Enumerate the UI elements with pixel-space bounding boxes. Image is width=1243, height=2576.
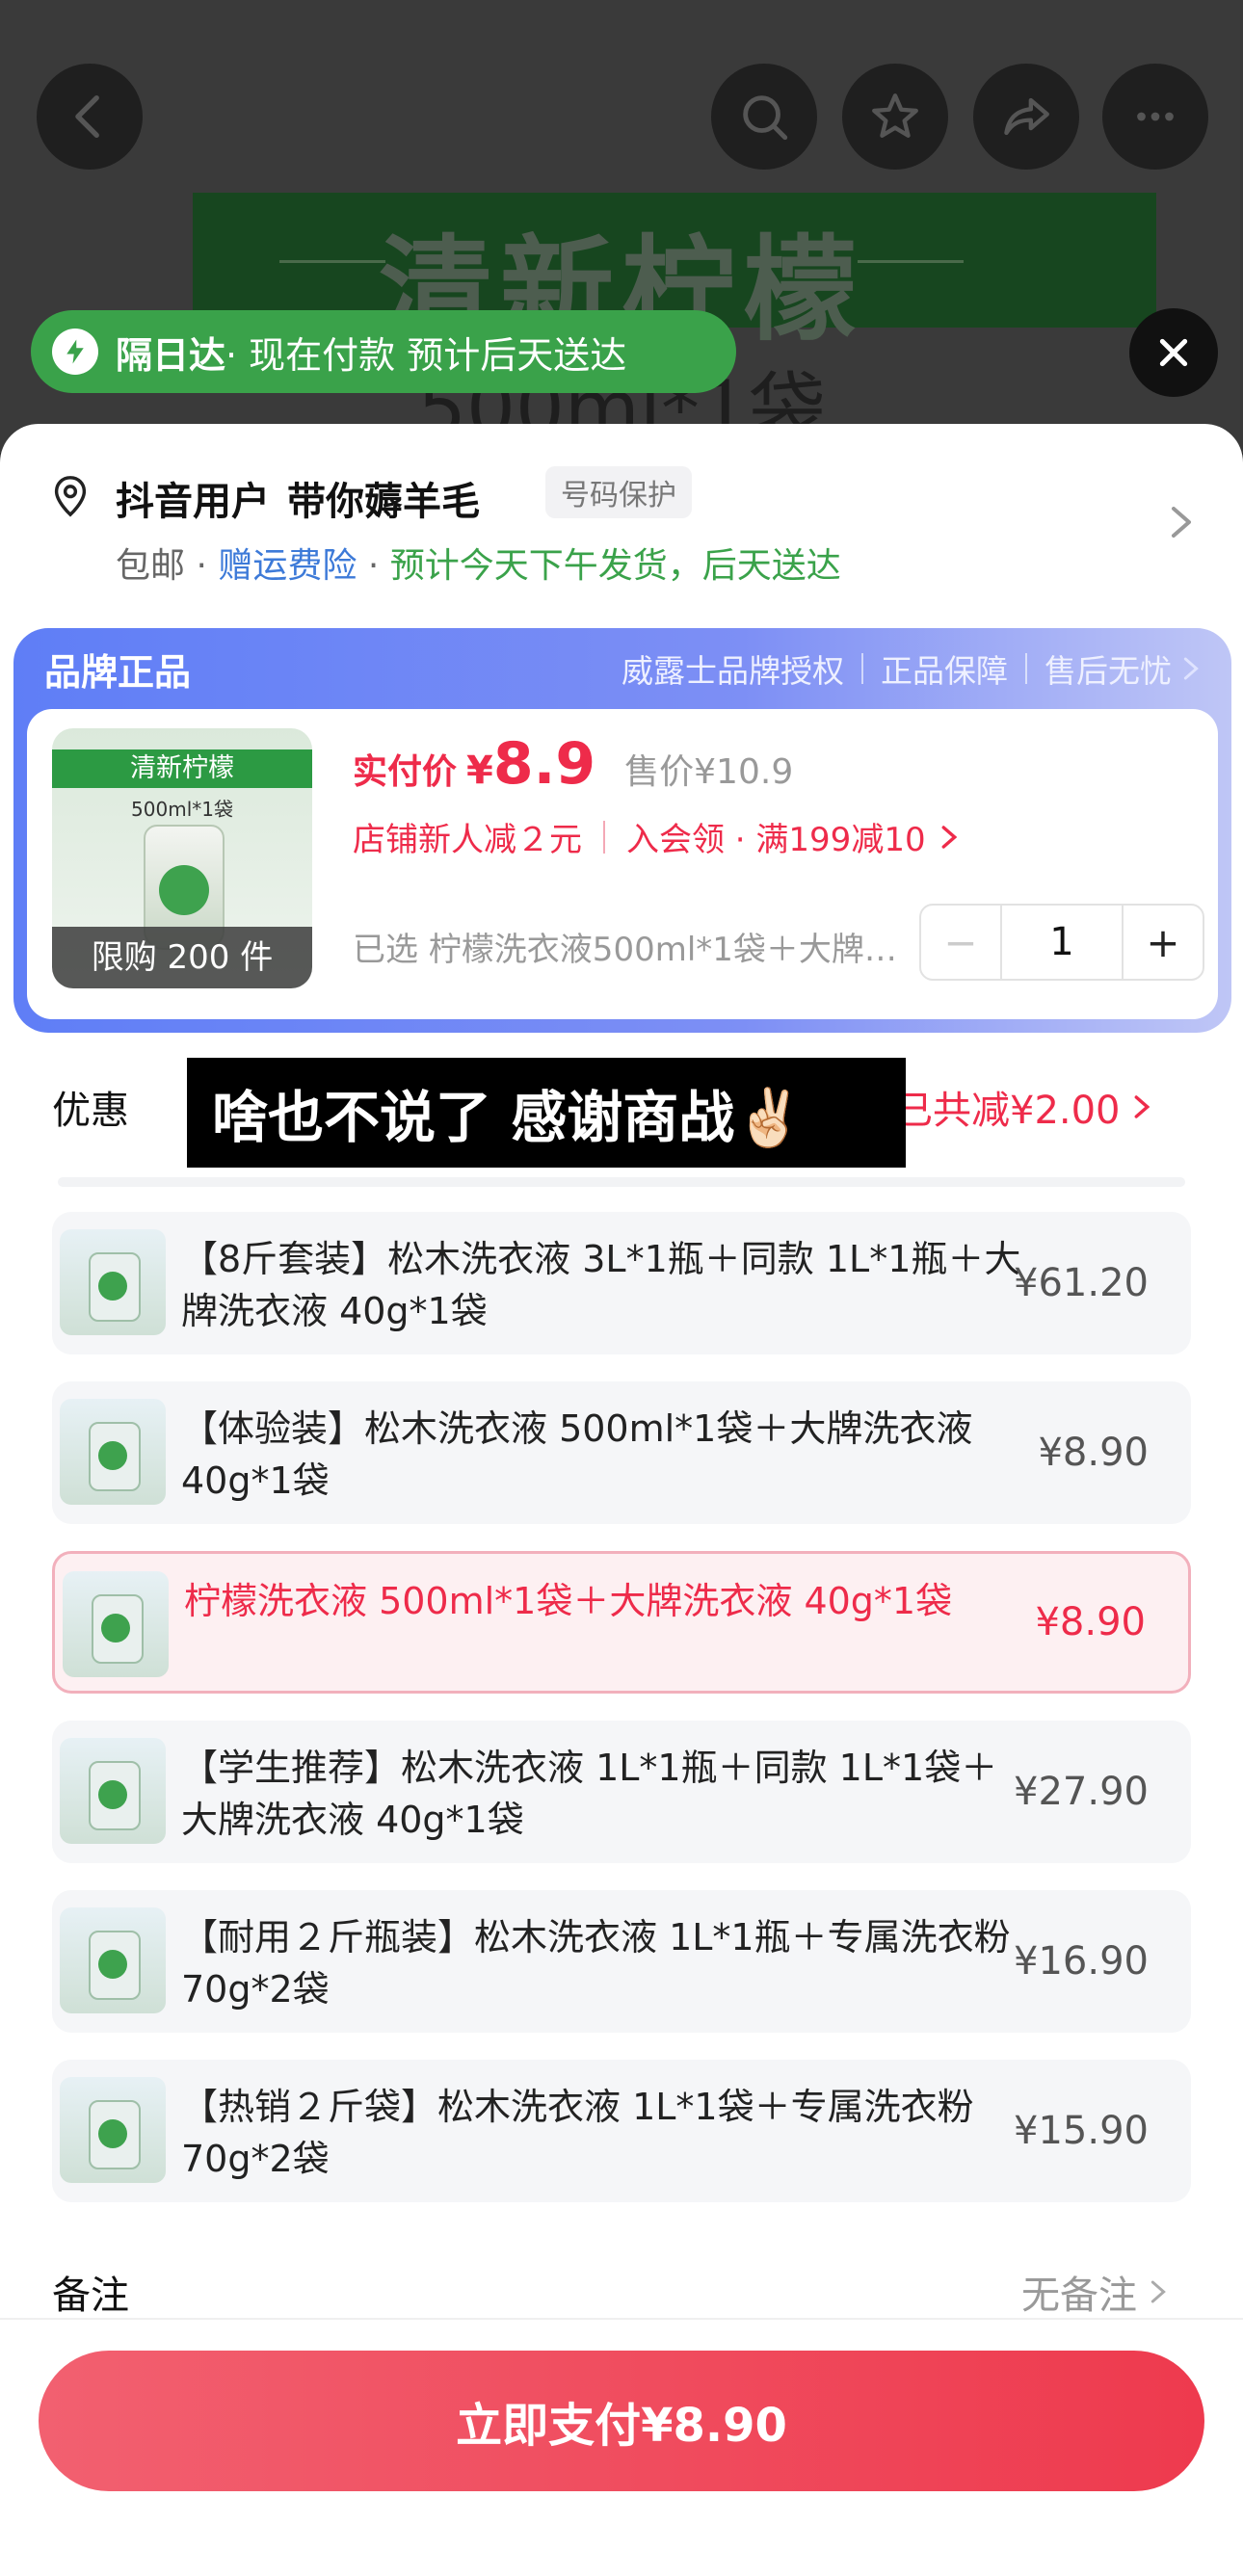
increase-button[interactable]: + xyxy=(1124,906,1203,979)
variant-option[interactable]: 【学生推荐】松木洗衣液 1L*1瓶＋同款 1L*1袋＋大牌洗衣液 40g*1袋 … xyxy=(52,1721,1191,1863)
variant-option[interactable]: 【体验装】松木洗衣液 500ml*1袋＋大牌洗衣液 40g*1袋 ¥8.90 xyxy=(52,1381,1191,1524)
separator-dot: · xyxy=(185,546,219,586)
price-line: 实付价 ¥8.9 售价¥10.9 xyxy=(353,730,793,798)
variant-option[interactable]: 【耐用２斤瓶装】松木洗衣液 1L*1瓶＋专属洗衣粉 70g*2袋 ¥16.90 xyxy=(52,1890,1191,2033)
delivery-badge: 隔日达 xyxy=(116,333,226,377)
pay-price: ¥8.9 xyxy=(466,730,595,798)
variant-option-selected[interactable]: 柠檬洗衣液 500ml*1袋＋大牌洗衣液 40g*1袋 ¥8.90 xyxy=(52,1551,1191,1694)
ship-estimate: 预计今天下午发货，后天送达 xyxy=(389,546,841,586)
note-value: 无备注 xyxy=(1021,2274,1137,2318)
discount-total-text: 已共减¥2.00 xyxy=(894,1089,1121,1133)
variant-name: 【耐用２斤瓶装】松木洗衣液 1L*1瓶＋专属洗衣粉 70g*2袋 xyxy=(181,1916,1011,2011)
pay-label: 实付价 xyxy=(353,752,458,792)
lightning-icon xyxy=(52,329,98,375)
delivery-banner: 隔日达 · 现在付款 预计后天送达 xyxy=(31,310,736,393)
promo-member: 入会领 · 满199减10 xyxy=(626,821,926,859)
chevron-right-icon xyxy=(1172,507,1191,538)
product-image-label: 清新柠檬 xyxy=(52,749,312,788)
separator-dot: · xyxy=(357,546,390,586)
shipping-insurance: 赠运费险 xyxy=(218,546,357,586)
brand-tag: 售后无忧 xyxy=(1045,652,1172,690)
decrease-button[interactable]: − xyxy=(921,906,1000,979)
location-pin-icon xyxy=(54,476,87,517)
brand-header[interactable]: 品牌正品 威露士品牌授权 正品保障 售后无忧 xyxy=(13,628,1231,709)
chevron-right-icon xyxy=(1150,2280,1166,2303)
brand-title: 品牌正品 xyxy=(44,650,192,694)
back-button[interactable] xyxy=(37,64,143,170)
recipient-user: 抖音用户 xyxy=(116,480,270,524)
variant-name: 【体验装】松木洗衣液 500ml*1袋＋大牌洗衣液 40g*1袋 xyxy=(181,1407,973,1502)
variant-name: 【学生推荐】松木洗衣液 1L*1瓶＋同款 1L*1袋＋大牌洗衣液 40g*1袋 xyxy=(181,1747,998,1841)
star-icon xyxy=(872,93,918,138)
tag-divider xyxy=(1025,653,1027,684)
purchase-limit: 限购 200 件 xyxy=(52,927,312,988)
free-shipping: 包邮 xyxy=(116,546,186,586)
share-icon xyxy=(1004,97,1049,136)
promotions[interactable]: 店铺新人减２元 入会领 · 满199减10 xyxy=(353,813,959,860)
promo-divider xyxy=(603,820,605,854)
more-icon xyxy=(1137,112,1174,121)
variant-name: 【8斤套装】松木洗衣液 3L*1瓶＋同款 1L*1瓶＋大牌洗衣液 40g*1袋 xyxy=(181,1238,1021,1332)
close-button[interactable] xyxy=(1129,308,1218,397)
search-icon xyxy=(743,95,788,141)
recipient-name: 抖音用户 带你薅羊毛 xyxy=(116,470,480,526)
variant-price: ¥27.90 xyxy=(1014,1770,1149,1814)
phone-protection-tag: 号码保护 xyxy=(545,466,692,518)
discount-total[interactable]: 已共减¥2.00 xyxy=(894,1079,1151,1135)
variant-option[interactable]: 【8斤套装】松木洗衣液 3L*1瓶＋同款 1L*1瓶＋大牌洗衣液 40g*1袋 … xyxy=(52,1212,1191,1354)
brand-tags: 威露士品牌授权 正品保障 售后无忧 xyxy=(622,645,1201,692)
variant-thumbnail xyxy=(60,1399,166,1505)
variant-price: ¥15.90 xyxy=(1014,2109,1149,2153)
brand-tag: 正品保障 xyxy=(881,652,1008,690)
variant-price: ¥16.90 xyxy=(1014,1939,1149,1984)
chevron-right-icon xyxy=(941,825,957,849)
original-price: 售价¥10.9 xyxy=(624,752,794,792)
share-button[interactable] xyxy=(973,64,1079,170)
brand-card: 品牌正品 威露士品牌授权 正品保障 售后无忧 清新柠檬 500ml*1袋 限购 … xyxy=(13,628,1231,1033)
pay-price-value: 8.9 xyxy=(492,730,596,798)
quantity-stepper: − 1 + xyxy=(919,904,1204,981)
chevron-right-icon xyxy=(1134,1095,1150,1118)
close-icon xyxy=(1159,338,1188,367)
variant-name: 【热销２斤袋】松木洗衣液 1L*1袋＋专属洗衣粉 70g*2袋 xyxy=(181,2086,974,2180)
product-image[interactable]: 清新柠檬 500ml*1袋 限购 200 件 xyxy=(52,728,312,988)
video-caption-overlay: 啥也不说了 感谢商战✌🏻 xyxy=(187,1058,906,1168)
address-row[interactable]: 抖音用户 带你薅羊毛 号码保护 包邮 · 赠运费险 · 预计今天下午发货，后天送达 xyxy=(0,424,1243,617)
search-button[interactable] xyxy=(711,64,817,170)
variant-thumbnail xyxy=(60,1907,166,2013)
selected-variant[interactable]: 已选 柠檬洗衣液500ml*1袋＋大牌洗衣液40g*1袋 xyxy=(353,923,912,970)
variant-thumbnail xyxy=(60,2077,166,2183)
note-label: 备注 xyxy=(52,2274,129,2318)
recipient-nickname: 带你薅羊毛 xyxy=(287,480,480,524)
chevron-right-icon xyxy=(1183,657,1199,680)
product-summary: 清新柠檬 500ml*1袋 限购 200 件 实付价 ¥8.9 售价¥10.9 … xyxy=(27,709,1218,1019)
checkout-sheet: 抖音用户 带你薅羊毛 号码保护 包邮 · 赠运费险 · 预计今天下午发货，后天送达… xyxy=(0,424,1243,2576)
product-image-volume: 500ml*1袋 xyxy=(131,798,233,821)
variant-option[interactable]: 【热销２斤袋】松木洗衣液 1L*1袋＋专属洗衣粉 70g*2袋 ¥15.90 xyxy=(52,2060,1191,2202)
favorite-button[interactable] xyxy=(842,64,948,170)
variant-price: ¥8.90 xyxy=(1038,1431,1149,1475)
variant-thumbnail xyxy=(63,1571,169,1677)
tag-divider xyxy=(861,653,863,684)
section-divider xyxy=(58,1177,1185,1187)
discount-label: 优惠 xyxy=(52,1089,129,1133)
promo-new-customer: 店铺新人减２元 xyxy=(353,821,582,859)
delivery-text: · 现在付款 预计后天送达 xyxy=(225,333,627,377)
note-input[interactable]: 无备注 xyxy=(1021,2264,1168,2320)
shipping-info: 包邮 · 赠运费险 · 预计今天下午发货，后天送达 xyxy=(116,538,841,588)
quantity-value[interactable]: 1 xyxy=(1000,906,1124,979)
variant-price: ¥61.20 xyxy=(1014,1261,1149,1305)
pay-now-button[interactable]: 立即支付¥8.90 xyxy=(39,2351,1204,2491)
currency-symbol: ¥ xyxy=(466,749,493,793)
more-button[interactable] xyxy=(1102,64,1208,170)
variant-name: 柠檬洗衣液 500ml*1袋＋大牌洗衣液 40g*1袋 xyxy=(184,1580,953,1622)
variant-thumbnail xyxy=(60,1738,166,1844)
back-icon xyxy=(75,95,99,138)
brand-tag: 威露士品牌授权 xyxy=(622,652,844,690)
variant-price: ¥8.90 xyxy=(1035,1600,1146,1644)
variant-thumbnail xyxy=(60,1229,166,1335)
checkout-footer: 立即支付¥8.90 xyxy=(0,2318,1243,2576)
